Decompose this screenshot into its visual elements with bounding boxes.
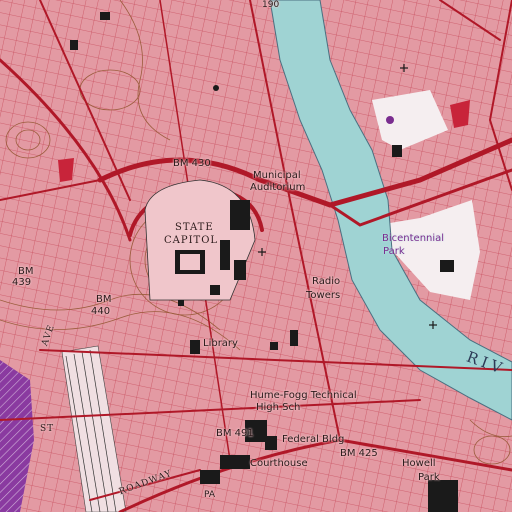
towers-label: Towers xyxy=(306,290,341,301)
howell-park-label: Park xyxy=(418,472,440,483)
bm-439-label-b: 439 xyxy=(12,277,32,288)
highway-190-label: 190 xyxy=(262,0,280,10)
municipal-label: Municipal xyxy=(253,170,301,181)
st-label: ST xyxy=(40,424,55,434)
school-marker xyxy=(386,116,394,124)
capitol-label: CAPITOL xyxy=(164,235,219,246)
library-label: Library xyxy=(203,338,238,349)
bm-425-label: BM 425 xyxy=(340,448,378,459)
pa-label: PA xyxy=(204,490,216,500)
bicentennial-park-label: Park xyxy=(383,246,405,257)
map-graphics xyxy=(0,0,512,512)
state-label: STATE xyxy=(175,222,214,233)
high-sch-label: High Sch xyxy=(256,402,301,413)
hume-fogg-label: Hume-Fogg Technical xyxy=(250,390,357,401)
bm-439-label-a: BM xyxy=(18,266,34,277)
federal-bldg-label: Federal Bldg xyxy=(282,434,345,445)
auditorium-label: Auditorium xyxy=(250,182,306,193)
bm-440-label-b: 440 xyxy=(91,306,111,317)
bicentennial-label: Bicentennial xyxy=(382,233,445,244)
bm-440-label-a: BM xyxy=(96,294,112,305)
bm-491-label: BM 491 xyxy=(216,428,254,439)
radio-label: Radio xyxy=(312,276,341,287)
howell-label: Howell xyxy=(402,458,436,469)
topographic-map[interactable]: 190 BM 430 Municipal Auditorium STATE CA… xyxy=(0,0,512,512)
bm-430-label: BM 430 xyxy=(173,158,211,169)
courthouse-label: Courthouse xyxy=(250,458,308,469)
